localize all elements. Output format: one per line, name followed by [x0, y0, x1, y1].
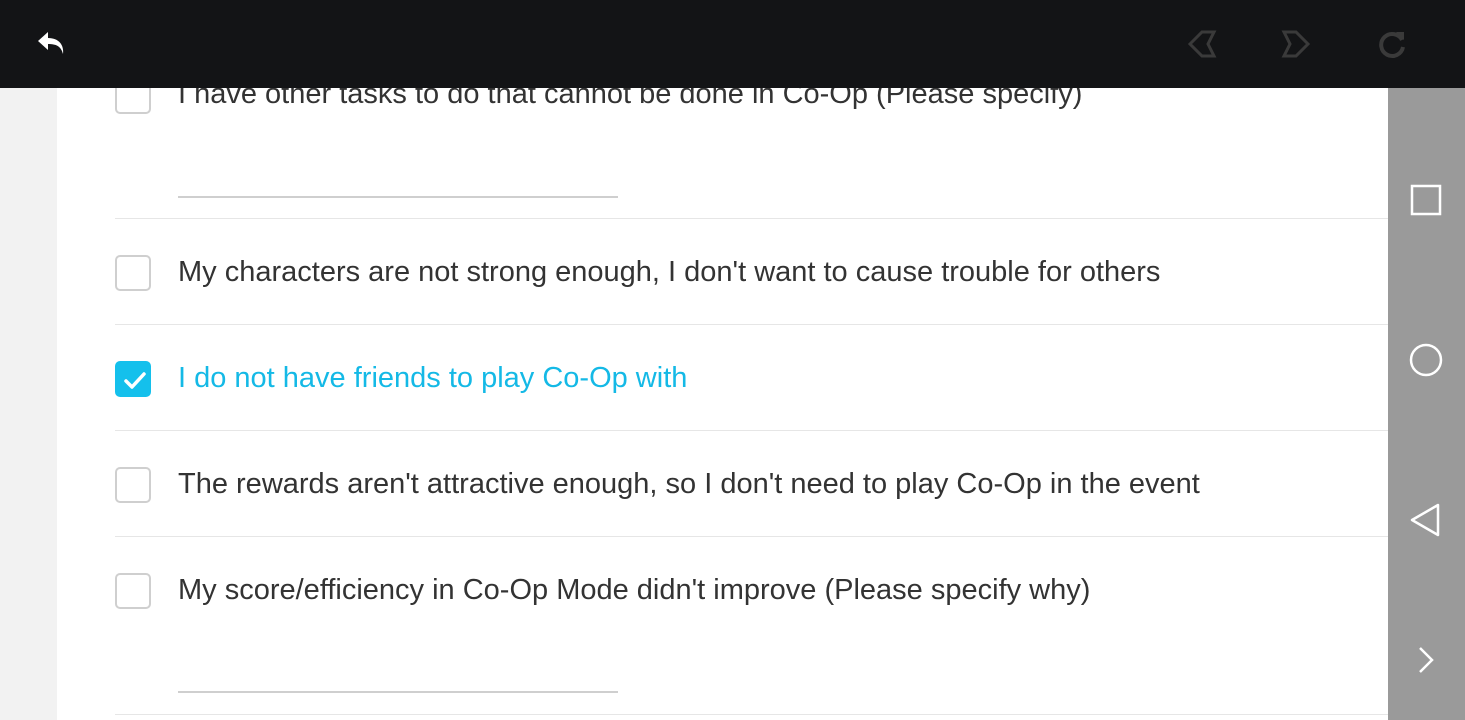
option-label: My score/efficiency in Co-Op Mode didn't… — [178, 574, 1091, 606]
divider — [115, 536, 1388, 537]
option-label: My characters are not strong enough, I d… — [178, 256, 1161, 288]
option-label: The rewards aren't attractive enough, so… — [178, 468, 1200, 500]
top-toolbar — [0, 0, 1465, 88]
back-arrow-icon — [38, 32, 64, 54]
previous-icon — [1187, 30, 1217, 58]
checkbox[interactable] — [115, 573, 151, 609]
square-icon[interactable] — [1406, 180, 1446, 220]
chevron-right-icon[interactable] — [1406, 640, 1446, 680]
back-button[interactable] — [30, 22, 74, 66]
specify-input[interactable] — [178, 691, 618, 693]
system-navigation-bar — [1388, 0, 1465, 720]
checkbox[interactable] — [115, 467, 151, 503]
divider — [115, 324, 1388, 325]
triangle-back-icon[interactable] — [1406, 500, 1446, 540]
checkbox[interactable] — [115, 255, 151, 291]
divider — [115, 218, 1388, 219]
checkmark-icon — [124, 372, 146, 389]
reload-icon — [1379, 32, 1405, 58]
next-button[interactable] — [1274, 22, 1318, 66]
divider — [115, 430, 1388, 431]
survey-card: I have other tasks to do that cannot be … — [57, 0, 1388, 720]
divider — [115, 714, 1388, 715]
option-label: I do not have friends to play Co-Op with — [178, 362, 688, 394]
circle-icon[interactable] — [1406, 340, 1446, 380]
checkbox-checked[interactable] — [115, 361, 151, 397]
previous-button[interactable] — [1180, 22, 1224, 66]
reload-button[interactable] — [1370, 22, 1414, 66]
specify-input[interactable] — [178, 196, 618, 198]
next-icon — [1281, 30, 1311, 58]
